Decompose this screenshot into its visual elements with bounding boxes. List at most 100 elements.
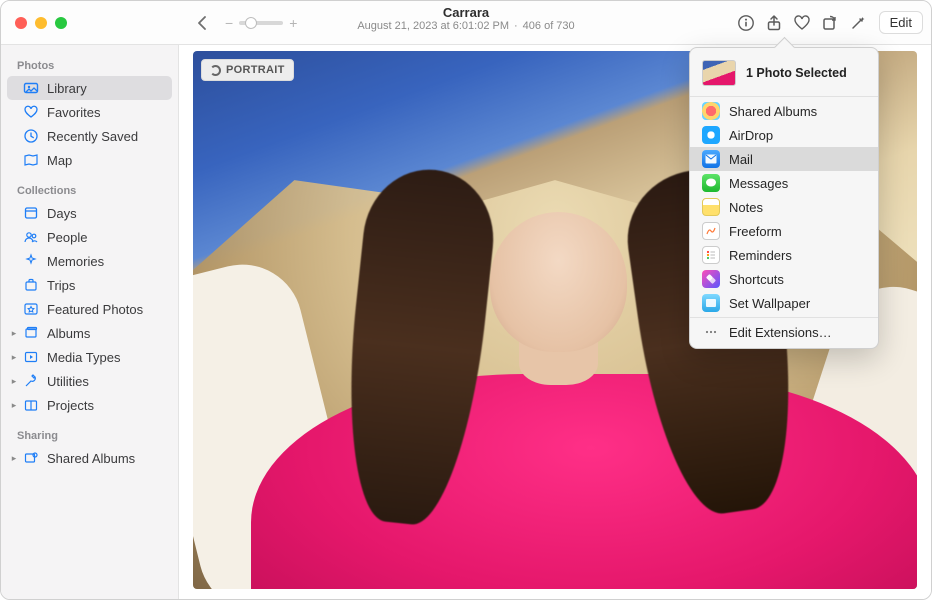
share-item-notes[interactable]: Notes	[690, 195, 878, 219]
chevron-right-icon[interactable]: ▸	[9, 328, 19, 339]
share-thumbnail	[702, 60, 736, 86]
sidebar-item-label: Projects	[47, 398, 94, 413]
portrait-badge: PORTRAIT	[201, 59, 294, 81]
info-button[interactable]	[733, 10, 759, 36]
shared-album-icon	[23, 450, 39, 466]
share-item-label: Notes	[729, 200, 763, 215]
chevron-right-icon[interactable]: ▸	[9, 352, 19, 363]
separator	[690, 317, 878, 318]
heart-icon	[23, 104, 39, 120]
share-item-label: AirDrop	[729, 128, 773, 143]
sidebar-item-trips[interactable]: Trips	[7, 273, 172, 297]
sidebar-item-label: Map	[47, 153, 72, 168]
sidebar-item-utilities[interactable]: ▸ Utilities	[7, 369, 172, 393]
sidebar-item-favorites[interactable]: Favorites	[7, 100, 172, 124]
photo-index: 406 of 730	[523, 20, 575, 32]
wrench-icon	[23, 373, 39, 389]
clock-icon	[23, 128, 39, 144]
share-item-messages[interactable]: Messages	[690, 171, 878, 195]
sidebar-header-collections: Collections	[1, 182, 178, 201]
portrait-badge-label: PORTRAIT	[226, 64, 285, 76]
auto-enhance-button[interactable]	[845, 10, 871, 36]
calendar-icon	[23, 205, 39, 221]
wallpaper-app-icon	[702, 294, 720, 312]
share-item-freeform[interactable]: Freeform	[690, 219, 878, 243]
sidebar-header-photos: Photos	[1, 57, 178, 76]
chevron-right-icon[interactable]: ▸	[9, 453, 19, 464]
favorite-button[interactable]	[789, 10, 815, 36]
reminders-app-icon	[702, 246, 720, 264]
close-window-button[interactable]	[15, 17, 27, 29]
zoom-control[interactable]: − +	[225, 15, 297, 31]
minimize-window-button[interactable]	[35, 17, 47, 29]
share-item-shared-albums[interactable]: Shared Albums	[690, 99, 878, 123]
media-icon	[23, 349, 39, 365]
share-item-set-wallpaper[interactable]: Set Wallpaper	[690, 291, 878, 315]
sidebar-item-featured-photos[interactable]: Featured Photos	[7, 297, 172, 321]
sidebar-item-shared-albums[interactable]: ▸ Shared Albums	[7, 446, 172, 470]
sidebar-item-days[interactable]: Days	[7, 201, 172, 225]
back-button[interactable]	[189, 10, 215, 36]
share-item-label: Shared Albums	[729, 104, 817, 119]
sidebar-item-people[interactable]: People	[7, 225, 172, 249]
sidebar-item-label: Featured Photos	[47, 302, 143, 317]
sidebar-item-label: Library	[47, 81, 87, 96]
share-item-airdrop[interactable]: AirDrop	[690, 123, 878, 147]
sidebar-item-label: Utilities	[47, 374, 89, 389]
sidebar-item-label: Shared Albums	[47, 451, 135, 466]
sidebar-item-projects[interactable]: ▸ Projects	[7, 393, 172, 417]
chevron-right-icon[interactable]: ▸	[9, 400, 19, 411]
share-item-shortcuts[interactable]: Shortcuts	[690, 267, 878, 291]
map-icon	[23, 152, 39, 168]
window-controls	[1, 17, 179, 29]
messages-app-icon	[702, 174, 720, 192]
edit-button[interactable]: Edit	[879, 11, 923, 34]
sidebar-header-sharing: Sharing	[1, 427, 178, 446]
notes-app-icon	[702, 198, 720, 216]
chevron-right-icon[interactable]: ▸	[9, 376, 19, 387]
zoom-out-icon[interactable]: −	[225, 15, 233, 31]
rotate-button[interactable]	[817, 10, 843, 36]
sidebar-item-memories[interactable]: Memories	[7, 249, 172, 273]
share-selection-label: 1 Photo Selected	[746, 66, 847, 80]
more-icon	[702, 323, 720, 341]
share-item-label: Freeform	[729, 224, 782, 239]
shared-albums-app-icon	[702, 102, 720, 120]
mail-app-icon	[702, 150, 720, 168]
sidebar-item-map[interactable]: Map	[7, 148, 172, 172]
people-icon	[23, 229, 39, 245]
photo-title: Carrara	[443, 5, 489, 20]
zoom-in-icon[interactable]: +	[289, 15, 297, 31]
sidebar-item-albums[interactable]: ▸ Albums	[7, 321, 172, 345]
album-icon	[23, 325, 39, 341]
toolbar-left: − +	[179, 10, 297, 36]
airdrop-app-icon	[702, 126, 720, 144]
share-item-label: Edit Extensions…	[729, 325, 832, 340]
zoom-slider[interactable]	[239, 21, 283, 25]
share-item-label: Mail	[729, 152, 753, 167]
share-item-reminders[interactable]: Reminders	[690, 243, 878, 267]
fullscreen-window-button[interactable]	[55, 17, 67, 29]
titlebar: − + Carrara August 21, 2023 at 6:01:02 P…	[1, 1, 931, 45]
share-popover: 1 Photo Selected Shared Albums AirDrop M…	[689, 47, 879, 349]
share-button[interactable]	[761, 10, 787, 36]
photos-app-window: − + Carrara August 21, 2023 at 6:01:02 P…	[0, 0, 932, 600]
separator	[690, 96, 878, 97]
share-item-label: Shortcuts	[729, 272, 784, 287]
share-item-label: Reminders	[729, 248, 792, 263]
projects-icon	[23, 397, 39, 413]
sidebar-item-label: Albums	[47, 326, 90, 341]
sidebar-item-library[interactable]: Library	[7, 76, 172, 100]
sidebar-item-media-types[interactable]: ▸ Media Types	[7, 345, 172, 369]
shortcuts-app-icon	[702, 270, 720, 288]
sidebar-item-label: Media Types	[47, 350, 120, 365]
share-item-edit-extensions[interactable]: Edit Extensions…	[690, 320, 878, 344]
sidebar-item-label: Memories	[47, 254, 104, 269]
toolbar-right: Edit	[733, 10, 931, 36]
share-popover-header: 1 Photo Selected	[690, 54, 878, 94]
sidebar-item-recently-saved[interactable]: Recently Saved	[7, 124, 172, 148]
share-item-mail[interactable]: Mail	[690, 147, 878, 171]
share-item-label: Messages	[729, 176, 788, 191]
sparkle-icon	[23, 253, 39, 269]
photo-subtitle: August 21, 2023 at 6:01:02 PM·406 of 730	[357, 20, 574, 32]
